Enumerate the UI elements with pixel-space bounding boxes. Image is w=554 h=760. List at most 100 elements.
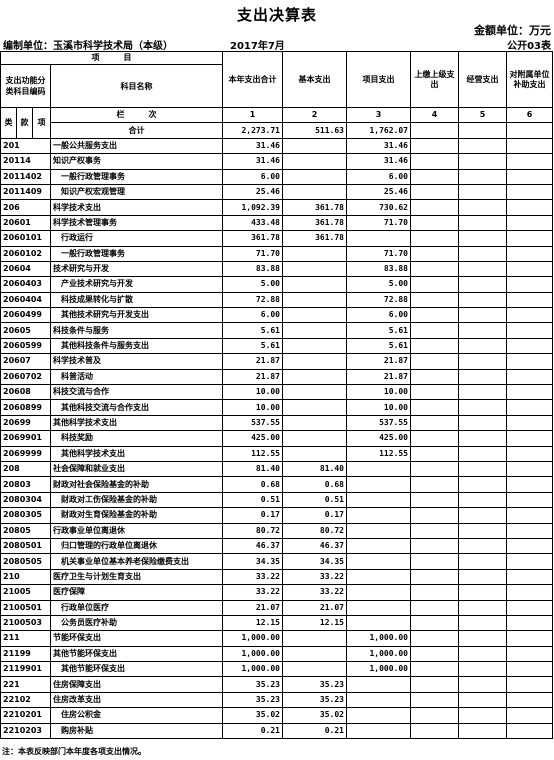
row-business xyxy=(458,460,507,478)
row-code: 2080305 xyxy=(0,507,51,524)
row-code: 22102 xyxy=(0,691,51,709)
row-handover xyxy=(410,460,459,478)
row-project: 730.62 xyxy=(346,199,411,216)
row-basic: 34.35 xyxy=(282,553,347,570)
row-code: 20805 xyxy=(0,522,51,539)
row-basic: 511.63 xyxy=(282,122,347,139)
row-project xyxy=(346,491,411,509)
row-subsidy xyxy=(506,491,553,509)
row-total: 10.00 xyxy=(222,399,283,416)
row-basic xyxy=(282,399,347,416)
row-subsidy xyxy=(506,522,553,539)
table-row: 2080501 归口管理的行政单位离退休 46.37 46.37 xyxy=(0,537,553,555)
row-subsidy xyxy=(506,707,553,724)
row-handover xyxy=(410,137,459,155)
row-name: 知识产权宏观管理 xyxy=(50,183,223,201)
row-basic: 35.02 xyxy=(282,707,347,724)
table-row: 2119901 其他节能环保支出 1,000.00 1,000.00 xyxy=(0,661,553,678)
row-handover xyxy=(410,584,459,601)
row-total: 71.70 xyxy=(222,245,283,262)
row-project xyxy=(346,230,411,247)
row-total: 25.46 xyxy=(222,183,283,201)
row-business xyxy=(458,291,507,309)
row-business xyxy=(458,353,507,370)
form-code-label: 公开03表 xyxy=(507,41,551,52)
header-func-code: 支出功能分类科目编码 xyxy=(0,64,51,108)
table-row: 2069999 其他科学技术支出 112.55 112.55 xyxy=(0,445,553,462)
row-name: 住房公积金 xyxy=(50,707,223,724)
row-basic: 0.17 xyxy=(282,507,347,524)
row-subsidy xyxy=(506,168,553,185)
row-handover xyxy=(410,245,459,262)
row-basic: 81.40 xyxy=(282,460,347,478)
row-total: 0.51 xyxy=(222,491,283,509)
row-code: 201 xyxy=(0,137,51,155)
row-subsidy xyxy=(506,384,553,401)
row-basic xyxy=(282,183,347,201)
row-project xyxy=(346,553,411,570)
row-business xyxy=(458,153,507,170)
row-business xyxy=(458,584,507,601)
row-code: 2060599 xyxy=(0,337,51,355)
row-name: 其他科技条件与服务支出 xyxy=(50,337,223,355)
row-handover xyxy=(410,691,459,709)
row-total: 31.46 xyxy=(222,153,283,170)
row-project xyxy=(346,507,411,524)
row-project xyxy=(346,522,411,539)
header-col-4: 4 xyxy=(410,106,459,124)
row-name: 节能环保支出 xyxy=(50,630,223,647)
row-business xyxy=(458,245,507,262)
row-handover xyxy=(410,661,459,678)
row-subsidy xyxy=(506,199,553,216)
header-project: 项目支出 xyxy=(346,51,411,108)
row-code: 2080501 xyxy=(0,537,51,555)
table-row: 20608 科技交流与合作 10.00 10.00 xyxy=(0,384,553,401)
row-code: 20607 xyxy=(0,353,51,370)
row-project: 21.87 xyxy=(346,368,411,386)
row-business xyxy=(458,722,507,740)
row-subsidy xyxy=(506,230,553,247)
row-project: 112.55 xyxy=(346,445,411,462)
row-subsidy xyxy=(506,137,553,155)
table-row: 221 住房保障支出 35.23 35.23 xyxy=(0,676,553,693)
row-basic xyxy=(282,307,347,324)
row-name: 医疗卫生与计划生育支出 xyxy=(50,568,223,586)
row-name: 科学技术支出 xyxy=(50,199,223,216)
row-name: 科普活动 xyxy=(50,368,223,386)
row-total: 46.37 xyxy=(222,537,283,555)
row-total: 5.61 xyxy=(222,322,283,339)
date-label: 2017年7月 xyxy=(230,41,285,52)
table-row: 2060404 科技成果转化与扩散 72.88 72.88 xyxy=(0,291,553,309)
row-code: 2080304 xyxy=(0,491,51,509)
table-row: 2060599 其他科技条件与服务支出 5.61 5.61 xyxy=(0,337,553,355)
header-col-5: 5 xyxy=(458,106,507,124)
row-total: 12.15 xyxy=(222,614,283,632)
row-project xyxy=(346,614,411,632)
row-project: 31.46 xyxy=(346,137,411,155)
row-business xyxy=(458,137,507,155)
row-subsidy xyxy=(506,537,553,555)
row-project: 6.00 xyxy=(346,168,411,185)
table-row: 20114 知识产权事务 31.46 31.46 xyxy=(0,153,553,170)
row-business xyxy=(458,276,507,293)
table-row: 2080304 财政对工伤保险基金的补助 0.51 0.51 xyxy=(0,491,553,509)
row-handover xyxy=(410,476,459,493)
row-basic xyxy=(282,445,347,462)
row-basic xyxy=(282,430,347,447)
row-total: 1,000.00 xyxy=(222,645,283,663)
row-name: 产业技术研究与开发 xyxy=(50,276,223,293)
row-code: 2119901 xyxy=(0,661,51,678)
row-handover xyxy=(410,676,459,693)
row-business xyxy=(458,307,507,324)
row-code: 2060899 xyxy=(0,399,51,416)
row-subsidy xyxy=(506,337,553,355)
row-business xyxy=(458,337,507,355)
row-subsidy xyxy=(506,476,553,493)
table-row: 2080305 财政对生育保险基金的补助 0.17 0.17 xyxy=(0,507,553,524)
row-subsidy xyxy=(506,645,553,663)
row-subsidy xyxy=(506,614,553,632)
header-handover: 上缴上级支出 xyxy=(410,51,459,108)
row-name: 一般行政管理事务 xyxy=(50,245,223,262)
row-business xyxy=(458,661,507,678)
row-total: 433.48 xyxy=(222,214,283,232)
